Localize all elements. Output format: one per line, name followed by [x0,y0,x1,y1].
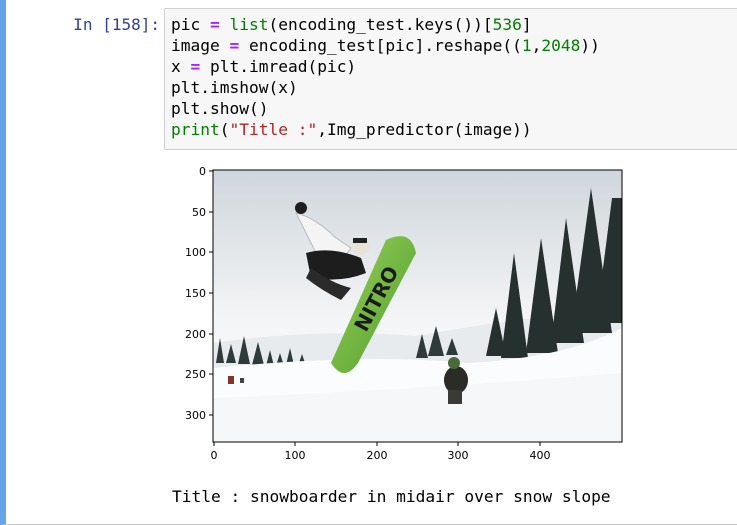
x-tick-label: 200 [367,449,388,462]
y-tick-label: 100 [185,246,206,259]
code-line-6: print("Title :",Img_predictor(image)) [171,120,532,139]
x-tick-label: 0 [211,449,218,462]
x-tick-label: 400 [530,449,551,462]
code-line-3: x = plt.imread(pic) [171,57,357,76]
y-tick-label: 50 [192,206,206,219]
code-line-2: image = encoding_test[pic].reshape((1,20… [171,36,600,55]
output-text: Title : snowboarder in midair over snow … [172,487,611,506]
x-axis: 0 100 200 300 400 [211,442,551,462]
y-tick-label: 150 [185,287,206,300]
x-tick-label: 100 [285,449,306,462]
code-line-5: plt.show() [171,99,269,118]
code-line-4: plt.imshow(x) [171,78,298,97]
y-tick-label: 0 [199,165,206,178]
y-tick-label: 200 [185,328,206,341]
imshow-figure: NITRO 0 50 100 150 200 250 300 0 100 200… [185,165,623,462]
cell-prompt: In [158]: [73,15,160,34]
y-axis: 0 50 100 150 200 250 300 [185,165,213,422]
code-line-1: pic = list(encoding_test.keys())[536] [171,15,532,34]
notebook-cell[interactable]: In [158]: pic = list(encoding_test.keys(… [0,0,737,525]
x-tick-label: 300 [448,449,469,462]
y-tick-label: 300 [185,409,206,422]
photo: NITRO [213,170,622,442]
code-editor[interactable]: pic = list(encoding_test.keys())[536] im… [164,8,737,150]
y-tick-label: 250 [185,368,206,381]
